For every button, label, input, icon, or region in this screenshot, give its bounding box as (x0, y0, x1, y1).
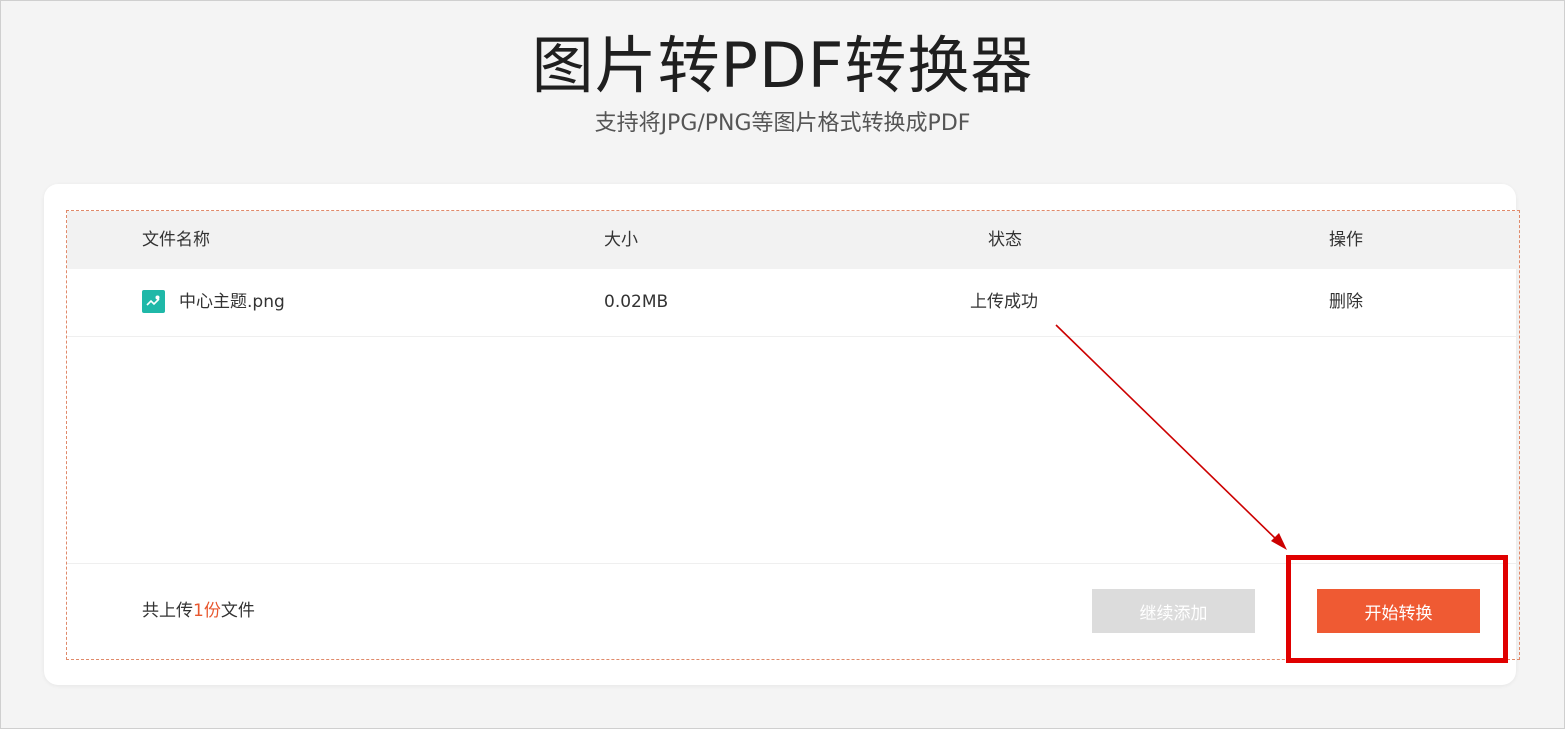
column-header-status: 状态 (988, 230, 1022, 250)
upload-count-value: 1份 (193, 601, 221, 621)
upload-card: 文件名称 大小 状态 操作 中心主题.png 0.02MB 上传成功 删除 共上… (44, 184, 1520, 685)
continue-add-button[interactable]: 继续添加 (1092, 589, 1255, 633)
image-file-icon (142, 290, 165, 313)
delete-link[interactable]: 删除 (1329, 290, 1363, 314)
file-size: 0.02MB (604, 292, 669, 312)
column-header-size: 大小 (604, 230, 638, 250)
upload-status: 上传成功 (970, 292, 1038, 312)
column-header-filename: 文件名称 (142, 230, 210, 250)
page-title: 图片转PDF转换器 (531, 29, 1034, 102)
page-subtitle: 支持将JPG/PNG等图片格式转换成PDF (594, 111, 971, 136)
upload-count-suffix: 文件 (220, 601, 255, 621)
table-header: 文件名称 大小 状态 操作 (67, 211, 1519, 269)
upload-count-prefix: 共上传 (142, 601, 193, 621)
start-convert-button[interactable]: 开始转换 (1317, 589, 1480, 633)
file-name: 中心主题.png (179, 292, 285, 312)
table-row: 中心主题.png 0.02MB 上传成功 删除 (67, 269, 1519, 337)
upload-footer: 共上传1份文件 继续添加 开始转换 (67, 563, 1519, 660)
column-header-action: 操作 (1329, 230, 1363, 250)
upload-drop-zone[interactable]: 文件名称 大小 状态 操作 中心主题.png 0.02MB 上传成功 删除 共上… (66, 210, 1520, 660)
upload-count: 共上传1份文件 (142, 599, 255, 623)
